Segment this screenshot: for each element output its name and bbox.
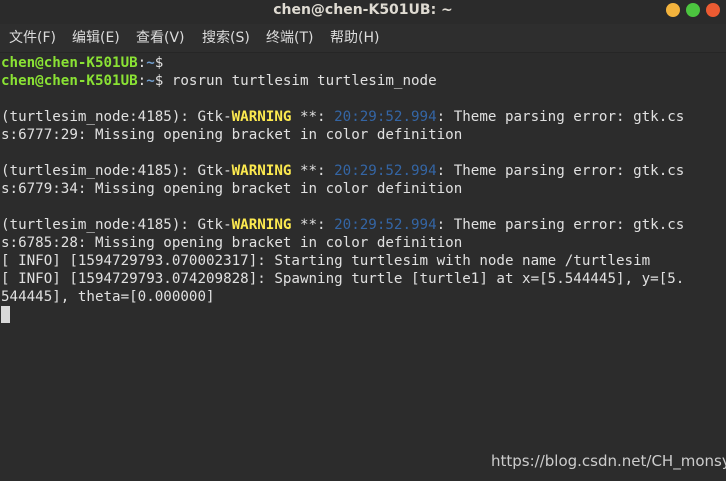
- warning-prefix: (turtlesim_node:4185): Gtk-: [1, 163, 232, 179]
- prompt-separator: :: [137, 55, 147, 71]
- watermark: https://blog.csdn.net/CH_monsy: [491, 452, 726, 470]
- maximize-button[interactable]: [686, 3, 700, 17]
- prompt-user: chen@chen-K501UB: [1, 73, 138, 89]
- prompt-line: chen@chen-K501UB:~$: [1, 54, 163, 72]
- warning-time: 20:29:52.994: [334, 217, 437, 233]
- warning-message: : Theme parsing error: gtk.cs: [436, 217, 685, 233]
- minimize-button[interactable]: [666, 3, 680, 17]
- prompt-sign: $: [154, 55, 164, 71]
- warning-level: WARNING: [231, 109, 292, 125]
- menu-view[interactable]: 查看(V): [136, 24, 185, 52]
- warning-level: WARNING: [231, 163, 292, 179]
- command-line: chen@chen-K501UB:~$ rosrun turtlesim tur…: [1, 72, 437, 90]
- warning-time: 20:29:52.994: [334, 109, 437, 125]
- menu-file[interactable]: 文件(F): [9, 24, 56, 52]
- terminal-output[interactable]: chen@chen-K501UB:~$ chen@chen-K501UB:~$ …: [0, 53, 726, 481]
- text-cursor: [1, 306, 10, 323]
- menu-help[interactable]: 帮助(H): [330, 24, 379, 52]
- menu-edit[interactable]: 编辑(E): [72, 24, 120, 52]
- menu-terminal[interactable]: 终端(T): [266, 24, 313, 52]
- warning-continuation: s:6777:29: Missing opening bracket in co…: [1, 127, 463, 143]
- prompt-user: chen@chen-K501UB: [1, 55, 138, 71]
- warning-prefix: (turtlesim_node:4185): Gtk-: [1, 217, 232, 233]
- prompt-path: ~: [146, 73, 155, 89]
- warning-continuation: s:6779:34: Missing opening bracket in co…: [1, 181, 463, 197]
- warning-line: (turtlesim_node:4185): Gtk-WARNING **: 2…: [1, 216, 684, 234]
- close-button[interactable]: [706, 3, 720, 17]
- warning-prefix: (turtlesim_node:4185): Gtk-: [1, 109, 232, 125]
- warning-line: (turtlesim_node:4185): Gtk-WARNING **: 2…: [1, 162, 684, 180]
- warning-message: : Theme parsing error: gtk.cs: [436, 109, 685, 125]
- title-bar[interactable]: chen@chen-K501UB: ~: [0, 0, 726, 24]
- warning-mid: **:: [291, 109, 335, 125]
- info-line: [ INFO] [1594729793.074209828]: Spawning…: [1, 271, 685, 287]
- prompt-separator: :: [137, 73, 147, 89]
- warning-continuation: s:6785:28: Missing opening bracket in co…: [1, 235, 463, 251]
- info-line: [ INFO] [1594729793.070002317]: Starting…: [1, 253, 651, 269]
- warning-time: 20:29:52.994: [334, 163, 437, 179]
- menu-search[interactable]: 搜索(S): [202, 24, 250, 52]
- info-continuation: 544445], theta=[0.000000]: [1, 289, 215, 305]
- terminal-window: chen@chen-K501UB: ~ 文件(F) 编辑(E) 查看(V) 搜索…: [0, 0, 726, 481]
- warning-level: WARNING: [231, 217, 292, 233]
- command-text: rosrun turtlesim turtlesim_node: [163, 73, 437, 89]
- warning-line: (turtlesim_node:4185): Gtk-WARNING **: 2…: [1, 108, 684, 126]
- warning-mid: **:: [291, 217, 335, 233]
- prompt-path: ~: [146, 55, 155, 71]
- window-title: chen@chen-K501UB: ~: [273, 2, 453, 18]
- menu-bar: 文件(F) 编辑(E) 查看(V) 搜索(S) 终端(T) 帮助(H): [0, 24, 726, 53]
- warning-mid: **:: [291, 163, 335, 179]
- warning-message: : Theme parsing error: gtk.cs: [436, 163, 685, 179]
